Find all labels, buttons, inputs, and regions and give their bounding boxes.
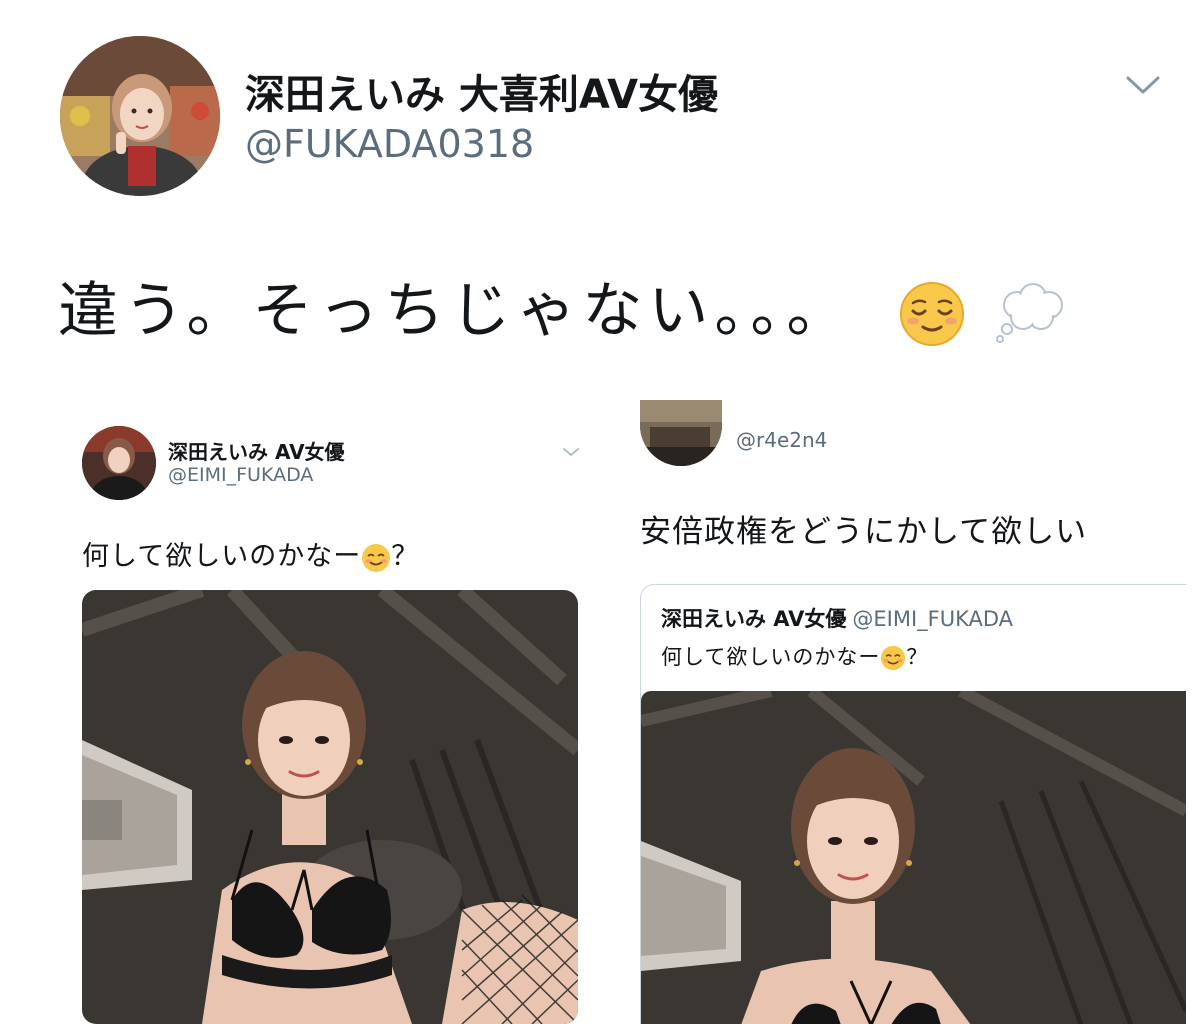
woman-in-black-lingerie-photo[interactable] (82, 590, 578, 1024)
quoted-tweet-text: 何して欲しいのかなー ？ (661, 641, 928, 671)
tweet-text-body: 何して欲しいのかなー (82, 541, 362, 572)
tweet-text-tail: ？ (391, 541, 420, 572)
quoted-author[interactable]: 深田えいみ AV女優 @EIMI_FUKADA (661, 603, 1013, 633)
quoted-text-body: 何して欲しいのかなー (661, 645, 881, 669)
main-display-name[interactable]: 深田えいみ 大喜利AV女優 (245, 62, 718, 120)
handle[interactable]: @EIMI_FUKADA (168, 464, 313, 486)
main-handle[interactable]: @FUKADA0318 (245, 122, 534, 166)
smiling-face-icon (361, 543, 391, 573)
embedded-tweet-screenshot-left: 深田えいみ AV女優 @EIMI_FUKADA 何して欲しいのかなー ？ (60, 400, 600, 1024)
main-tweet-body: 違う。そっちじゃない。。。 (58, 276, 853, 346)
woman-in-black-lingerie-photo[interactable] (641, 691, 1186, 1024)
display-name[interactable]: 深田えいみ AV女優 (168, 436, 345, 465)
handle[interactable]: @r4e2n4 (736, 428, 827, 452)
chevron-down-icon[interactable] (562, 446, 580, 458)
main-avatar[interactable] (60, 36, 220, 196)
quoted-text-tail: ？ (906, 645, 929, 669)
embedded-tweet-screenshot-right: @r4e2n4 安倍政権をどうにかして欲しい 深田えいみ AV女優 @EIMI_F… (628, 400, 1200, 1024)
quoted-tweet-card[interactable]: 深田えいみ AV女優 @EIMI_FUKADA 何して欲しいのかなー ？ (640, 584, 1186, 1024)
smiling-face-icon (880, 645, 906, 671)
avatar[interactable] (640, 400, 722, 466)
thought-balloon-icon (995, 281, 1067, 347)
tweet-text: 安倍政権をどうにかして欲しい (640, 514, 1088, 550)
quoted-display-name: 深田えいみ AV女優 (661, 607, 847, 631)
chevron-down-icon[interactable] (1125, 72, 1161, 98)
main-tweet-text: 違う。そっちじゃない。。。 (58, 276, 1067, 347)
tweet-text: 何して欲しいのかなー ？ (82, 534, 419, 573)
relieved-face-icon (899, 281, 965, 347)
quoted-handle: @EIMI_FUKADA (852, 607, 1014, 631)
avatar[interactable] (82, 426, 156, 500)
